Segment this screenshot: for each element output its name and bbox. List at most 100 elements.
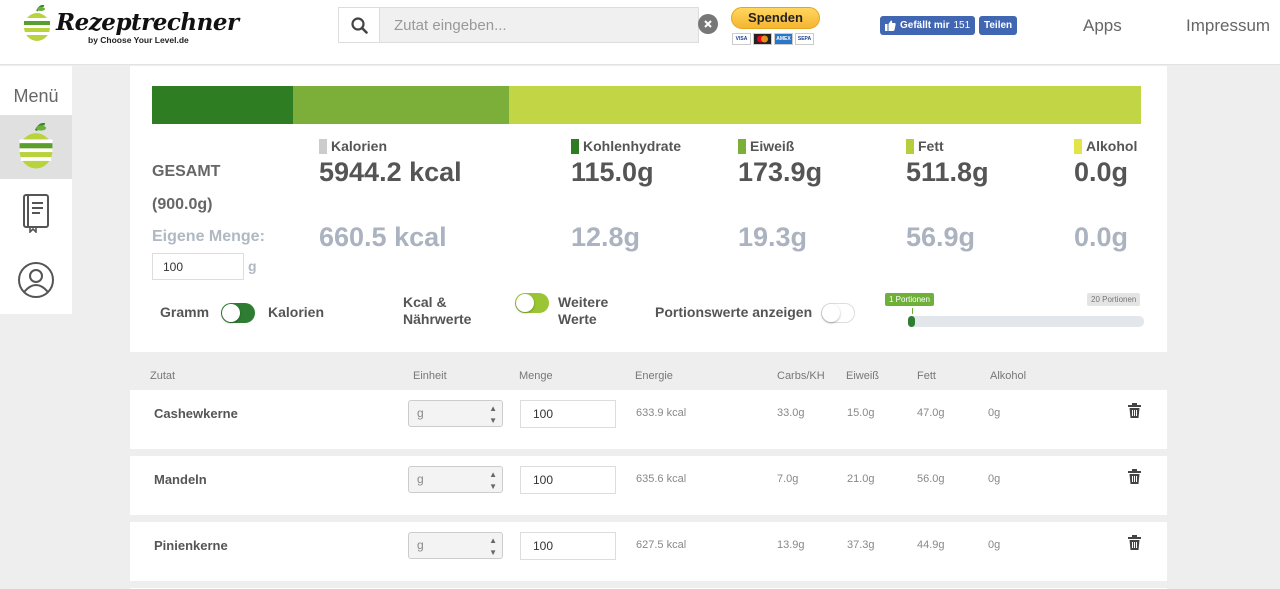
- toggle-label-line: Werte: [558, 311, 597, 327]
- energy-value: 633.9 kcal: [636, 407, 687, 419]
- fat-value: 56.0g: [917, 473, 945, 485]
- donate-button[interactable]: Spenden: [731, 7, 820, 29]
- apple-logo-icon: [24, 5, 50, 41]
- ingredient-name[interactable]: Cashewkerne: [154, 406, 238, 421]
- total-eiweiss: 173.9g: [738, 157, 823, 187]
- facebook-like-label: Gefällt mir: [900, 20, 950, 31]
- legend-kohlenhydrate: Kohlenhydrate: [571, 138, 681, 154]
- toggle-knob: [222, 304, 240, 322]
- color-swatch: [906, 138, 914, 154]
- trash-icon[interactable]: [1128, 403, 1141, 418]
- unit-select[interactable]: g ▲ ▼: [408, 466, 503, 493]
- toggle-label-kcal: Kcal & Nährwerte: [403, 294, 471, 328]
- own-kohlenhydrate: 12.8g: [571, 222, 641, 252]
- unit-select[interactable]: g ▲ ▼: [408, 532, 503, 559]
- sidebar-item-recipes[interactable]: [0, 181, 72, 245]
- facebook-share-button[interactable]: Teilen: [979, 16, 1018, 35]
- naehrwerte-toggle[interactable]: [515, 293, 549, 313]
- unit-select[interactable]: g ▲ ▼: [408, 400, 503, 427]
- sidebar-item-profile[interactable]: [0, 248, 72, 312]
- legend-label: Eiweiß: [750, 138, 795, 154]
- portions-slider[interactable]: [908, 316, 1144, 327]
- alcohol-value: 0g: [988, 473, 1001, 485]
- facebook-like-button[interactable]: Gefällt mir 151: [880, 16, 976, 35]
- protein-value: 37.3g: [847, 539, 875, 551]
- legend-eiweiss: Eiweiß: [738, 138, 794, 154]
- total-weight: (900.0g): [152, 196, 213, 213]
- protein-value: 15.0g: [847, 407, 875, 419]
- trash-icon[interactable]: [1128, 469, 1141, 484]
- total-kalorien: 5944.2 kcal: [319, 157, 462, 187]
- table-row: Mandeln g ▲▼ 635.6 kcal 7.0g 21.0g 56.0g…: [130, 456, 1167, 515]
- facebook-like-count: 151: [953, 20, 971, 31]
- toggle-knob: [516, 294, 534, 312]
- own-amount-input[interactable]: [152, 253, 244, 280]
- col-header-energie: Energie: [635, 370, 673, 382]
- user-profile-icon: [18, 262, 54, 298]
- own-alkohol: 0.0g: [1074, 222, 1129, 252]
- alcohol-value: 0g: [988, 539, 1001, 551]
- legend-label: Kohlenhydrate: [583, 138, 682, 154]
- legend-alkohol: Alkohol: [1074, 138, 1137, 154]
- logo[interactable]: Rezeptrechner by Choose Your Level.de: [22, 5, 239, 47]
- select-arrows-icon: ▲ ▼: [489, 536, 497, 557]
- carbs-value: 7.0g: [777, 473, 799, 485]
- carbs-value: 33.0g: [777, 407, 805, 419]
- total-fett: 511.8g: [906, 157, 989, 187]
- quantity-input[interactable]: [520, 532, 616, 560]
- energy-value: 627.5 kcal: [636, 539, 687, 551]
- nav-apps-link[interactable]: Apps: [1083, 16, 1122, 36]
- energy-value: 635.6 kcal: [636, 473, 687, 485]
- thumbs-up-icon: [885, 20, 896, 31]
- fat-value: 47.0g: [917, 407, 945, 419]
- legend-fett: Fett: [906, 138, 944, 154]
- select-arrows-icon: ▲ ▼: [489, 470, 497, 491]
- color-swatch: [738, 138, 746, 154]
- search-box: [338, 7, 699, 43]
- search-button[interactable]: [339, 8, 380, 42]
- legend-label: Alkohol: [1086, 138, 1138, 154]
- quantity-input[interactable]: [520, 400, 616, 428]
- color-swatch: [1074, 138, 1082, 154]
- visa-card-icon: VISA: [732, 33, 751, 45]
- col-header-fett: Fett: [917, 370, 936, 382]
- total-label: GESAMT: [152, 163, 221, 180]
- select-arrows-icon: ▲ ▼: [489, 404, 497, 425]
- nav-impressum-link[interactable]: Impressum: [1186, 16, 1270, 36]
- close-icon: [704, 20, 712, 28]
- sidebar-item-rechner[interactable]: [0, 115, 72, 179]
- toggle-label-gramm: Gramm: [160, 304, 210, 320]
- apple-logo-icon: [19, 123, 53, 169]
- payment-cards: VISA AMEX SEPA: [732, 33, 814, 45]
- menu-label: Menü: [13, 86, 59, 106]
- search-input[interactable]: [381, 8, 698, 42]
- portions-min-label: 1 Portionen: [885, 293, 934, 306]
- ingredient-name[interactable]: Pinienkerne: [154, 538, 228, 553]
- clear-search-button[interactable]: [698, 14, 718, 34]
- color-swatch: [571, 138, 579, 154]
- toggle-label-line: Weitere: [558, 294, 609, 310]
- gramm-kalorien-toggle[interactable]: [221, 303, 255, 323]
- portions-max-label: 20 Portionen: [1087, 293, 1141, 306]
- portionswerte-toggle[interactable]: [821, 303, 855, 323]
- macro-bar-segment: [152, 86, 294, 124]
- own-eiweiss: 19.3g: [738, 222, 808, 252]
- legend-label: Kalorien: [331, 138, 388, 154]
- col-header-carbs: Carbs/KH: [777, 370, 825, 382]
- sepa-icon: SEPA: [795, 33, 814, 45]
- ingredient-name[interactable]: Mandeln: [154, 472, 207, 487]
- total-kohlenhydrate: 115.0g: [571, 157, 654, 187]
- trash-icon[interactable]: [1128, 535, 1141, 550]
- legend-label: Fett: [918, 138, 944, 154]
- search-icon: [350, 16, 368, 34]
- col-header-eiweiss: Eiweiß: [846, 370, 880, 382]
- amex-card-icon: AMEX: [774, 33, 793, 45]
- toggle-label-portionswerte: Portionswerte anzeigen: [655, 304, 813, 320]
- unit-select-value: g: [417, 406, 424, 420]
- carbs-value: 13.9g: [777, 539, 805, 551]
- own-amount-label: Eigene Menge:: [152, 228, 265, 245]
- own-amount-unit: g: [248, 258, 257, 274]
- col-header-einheit: Einheit: [413, 370, 447, 382]
- header: Rezeptrechner by Choose Your Level.de Sp…: [0, 0, 1280, 65]
- quantity-input[interactable]: [520, 466, 616, 494]
